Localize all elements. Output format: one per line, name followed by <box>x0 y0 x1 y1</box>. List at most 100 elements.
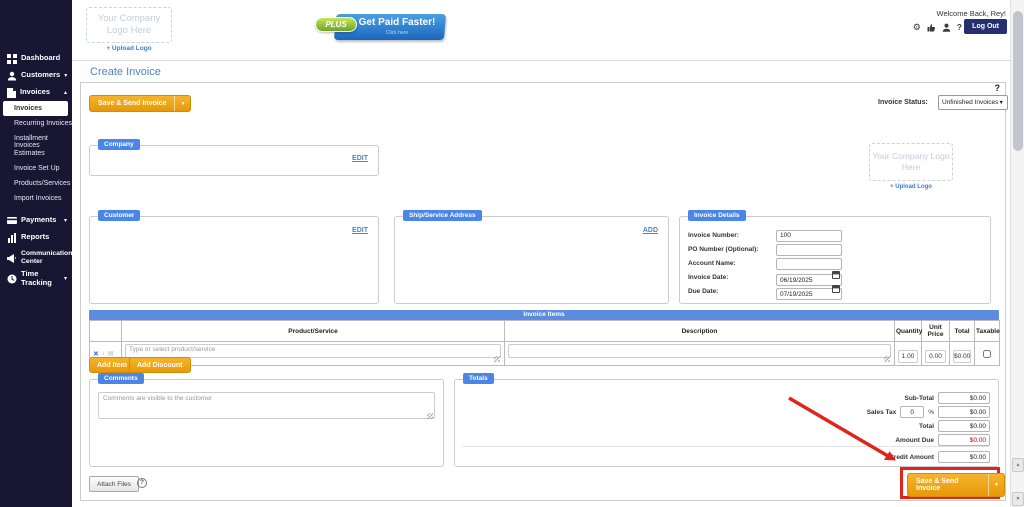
resize-grip-icon[interactable] <box>427 413 433 419</box>
gear-icon[interactable]: ⚙ <box>913 23 921 32</box>
customer-section: Customer EDIT <box>89 216 379 304</box>
thumbs-up-icon[interactable] <box>927 23 936 32</box>
create-invoice-panel: ? Save & Send Invoice ▼ Invoice Status: … <box>80 82 1006 501</box>
banner-subtitle: Click here <box>349 30 445 36</box>
sidebar-item-communication-center[interactable]: Communication Center ▾ <box>0 246 72 270</box>
chevron-down-icon: ▾ <box>64 275 68 282</box>
unit-price-column: Unit Price <box>922 321 950 342</box>
comments-input[interactable] <box>98 392 435 419</box>
page-title: Create Invoice <box>90 66 161 78</box>
amount-due-label: Amount Due <box>895 437 934 444</box>
scroll-down-icon[interactable]: ▼ <box>1012 492 1024 506</box>
user-icon[interactable] <box>942 23 951 32</box>
invoice-items-header-bar: Invoice Items <box>89 310 999 320</box>
chevron-down-icon: ▾ <box>64 72 68 79</box>
invoice-number-label: Invoice Number: <box>688 232 776 239</box>
help-icon[interactable]: ? <box>957 22 962 32</box>
panel-help-icon[interactable]: ? <box>995 83 1001 93</box>
due-date-row: Due Date: <box>688 285 842 298</box>
company-logo-placeholder[interactable]: Your Company Logo Here <box>86 7 172 43</box>
invoice-status-label: Invoice Status: <box>878 99 928 106</box>
submenu-item-installment-invoices[interactable]: Installment Invoices <box>0 131 72 146</box>
invoice-logo-placeholder[interactable]: Your Company Logo Here <box>869 143 953 181</box>
get-paid-faster-banner[interactable]: Get Paid Faster! Click here PLUS <box>315 13 445 43</box>
sidebar-item-label: Communication Center <box>21 250 72 266</box>
invoice-items-table: Product/Service Description Quantity Uni… <box>89 320 1000 366</box>
account-name-label: Account Name: <box>688 260 776 267</box>
percent-sign: % <box>928 409 934 416</box>
due-date-input[interactable] <box>776 288 842 300</box>
upload-logo-link[interactable]: + Upload Logo <box>86 45 172 52</box>
sidebar-nav: Dashboard Customers ▾ Invoices ▴ Invoice… <box>0 0 72 287</box>
chevron-up-icon: ▴ <box>64 89 68 96</box>
logout-button[interactable]: Log Out <box>964 19 1007 34</box>
submenu-item-import-invoices[interactable]: Import Invoices <box>0 191 72 206</box>
submenu-item-recurring-invoices[interactable]: Recurring Invoices <box>0 116 72 131</box>
sales-tax-label: Sales Tax <box>867 409 897 416</box>
save-send-invoice-button-top[interactable]: Save & Send Invoice ▼ <box>89 95 191 112</box>
submenu-item-invoices[interactable]: Invoices <box>3 101 68 116</box>
vertical-scrollbar[interactable]: ▲ ▼ <box>1010 0 1024 507</box>
invoice-upload-logo-link[interactable]: + Upload Logo <box>869 184 953 190</box>
customer-edit-link[interactable]: EDIT <box>352 227 368 234</box>
sidebar-item-time-tracking[interactable]: Time Tracking ▾ <box>0 270 72 287</box>
sidebar-item-reports[interactable]: Reports <box>0 229 72 246</box>
po-number-label: PO Number (Optional): <box>688 246 776 253</box>
description-input[interactable] <box>508 344 891 358</box>
caret-down-icon: ▼ <box>999 100 1004 106</box>
scroll-up-icon[interactable]: ▲ <box>1012 458 1024 472</box>
taxable-checkbox[interactable] <box>983 350 991 358</box>
invoice-date-label: Invoice Date: <box>688 274 776 281</box>
unit-price-input[interactable] <box>925 350 946 363</box>
quantity-input[interactable] <box>898 350 918 363</box>
invoice-item-row: ✕ ↕ ▤ <box>90 342 1000 366</box>
submenu-item-invoice-set-up[interactable]: Invoice Set Up <box>0 161 72 176</box>
amount-due-value <box>938 434 990 446</box>
sidebar-item-label: Time Tracking <box>21 270 60 287</box>
invoice-number-input[interactable] <box>776 230 842 242</box>
sidebar-item-customers[interactable]: Customers ▾ <box>0 67 72 84</box>
sidebar-item-payments[interactable]: Payments ▾ <box>0 212 72 229</box>
company-edit-link[interactable]: EDIT <box>352 155 368 162</box>
reorder-row-icon[interactable]: ↕ <box>102 351 105 357</box>
totals-section-title: Totals <box>463 373 494 384</box>
sidebar-item-dashboard[interactable]: Dashboard <box>0 50 72 67</box>
details-section-title: Invoice Details <box>688 210 746 221</box>
ship-service-address-section: Ship/Service Address ADD <box>394 216 669 304</box>
po-number-row: PO Number (Optional): <box>688 243 842 256</box>
invoices-submenu: Invoices Recurring Invoices Installment … <box>0 101 72 206</box>
save-send-label: Save & Send Invoice <box>90 96 174 111</box>
payments-icon <box>7 217 17 225</box>
due-date-label: Due Date: <box>688 288 776 295</box>
totals-section: Totals Sub-Total Sales Tax % Total Amoun… <box>454 379 999 467</box>
customers-icon <box>7 71 17 81</box>
invoice-status-select[interactable]: Unfinished Invoices ▼ <box>938 95 1008 110</box>
invoice-status-value: Unfinished Invoices <box>942 99 998 106</box>
taxable-column: Taxable <box>975 321 1000 342</box>
scrollbar-thumb[interactable] <box>1013 11 1023 151</box>
submenu-item-products-services[interactable]: Products/Services <box>0 176 72 191</box>
description-column: Description <box>505 321 895 342</box>
sales-tax-rate-input[interactable] <box>900 406 924 418</box>
credit-amount-value[interactable] <box>938 451 990 463</box>
attach-files-button[interactable]: Attach Files <box>89 476 139 492</box>
po-number-input[interactable] <box>776 244 842 256</box>
totals-divider <box>463 446 990 447</box>
caret-down-icon[interactable]: ▼ <box>988 474 1004 496</box>
sidebar-item-invoices[interactable]: Invoices ▴ <box>0 84 72 101</box>
attach-help-icon[interactable]: ? <box>137 478 147 488</box>
product-service-input[interactable] <box>125 344 501 358</box>
line-total-input[interactable] <box>953 350 971 363</box>
amount-due-row: Amount Due <box>895 434 990 446</box>
subtotal-label: Sub-Total <box>905 395 935 402</box>
ship-add-link[interactable]: ADD <box>643 227 658 234</box>
total-column: Total <box>950 321 975 342</box>
quantity-column: Quantity <box>895 321 922 342</box>
save-send-invoice-button-bottom[interactable]: Save & Send Invoice ▼ <box>907 473 1005 497</box>
save-send-label: Save & Send Invoice <box>908 474 988 496</box>
add-discount-button[interactable]: Add Discount <box>129 357 191 373</box>
subtotal-value <box>938 392 990 404</box>
caret-down-icon[interactable]: ▼ <box>174 96 190 111</box>
row-note-icon[interactable]: ▤ <box>108 350 114 357</box>
app-window: Dashboard Customers ▾ Invoices ▴ Invoice… <box>0 0 1024 507</box>
